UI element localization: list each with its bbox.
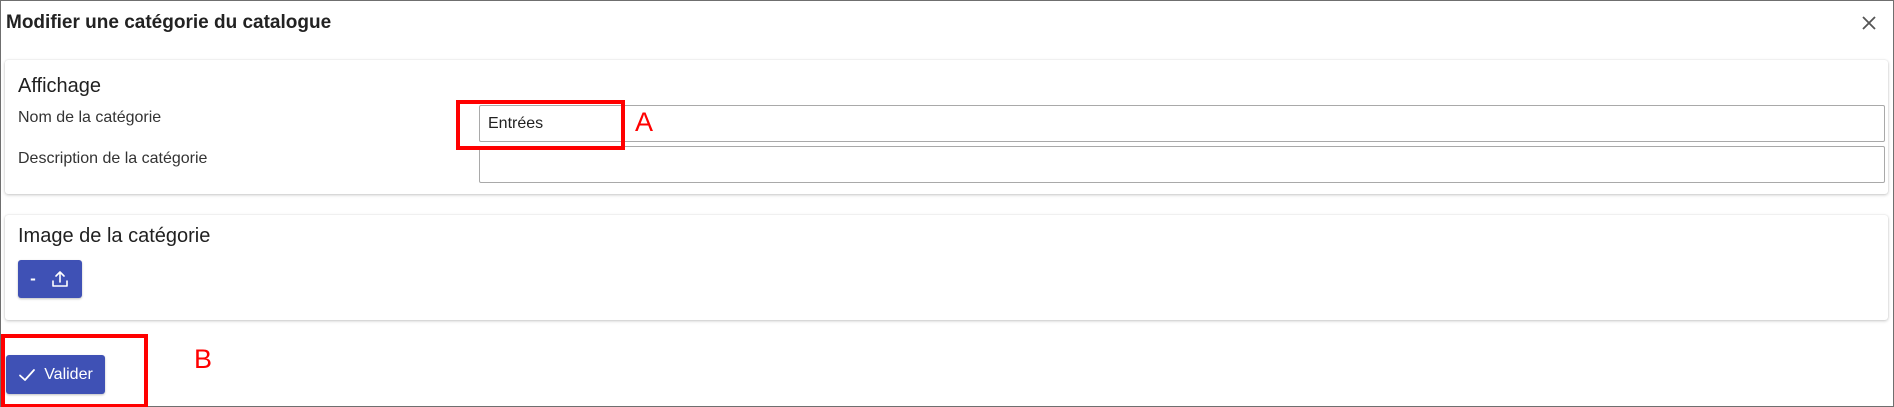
annotation-box-a (456, 100, 625, 150)
category-name-label: Nom de la catégorie (18, 109, 162, 126)
display-section-card: Affichage Nom de la catégorie Descriptio… (5, 60, 1888, 194)
annotation-label-a: A (635, 107, 654, 137)
category-description-label: Description de la catégorie (18, 150, 208, 167)
upload-image-button[interactable]: - (18, 260, 82, 298)
upload-icon (52, 271, 68, 287)
annotation-box-b (1, 334, 148, 407)
annotation-label-b: B (194, 344, 213, 374)
upload-button-text: - (30, 269, 36, 288)
category-name-input[interactable] (479, 105, 1885, 142)
dialog-title: Modifier une catégorie du catalogue (6, 12, 332, 33)
display-section-title: Affichage (18, 75, 102, 97)
close-icon (1862, 16, 1876, 30)
image-section-card: Image de la catégorie - (5, 215, 1888, 320)
image-section-title: Image de la catégorie (18, 225, 211, 247)
edit-category-dialog: Modifier une catégorie du catalogue Affi… (0, 0, 1894, 407)
category-description-input[interactable] (479, 146, 1885, 183)
close-button[interactable] (1857, 11, 1881, 35)
